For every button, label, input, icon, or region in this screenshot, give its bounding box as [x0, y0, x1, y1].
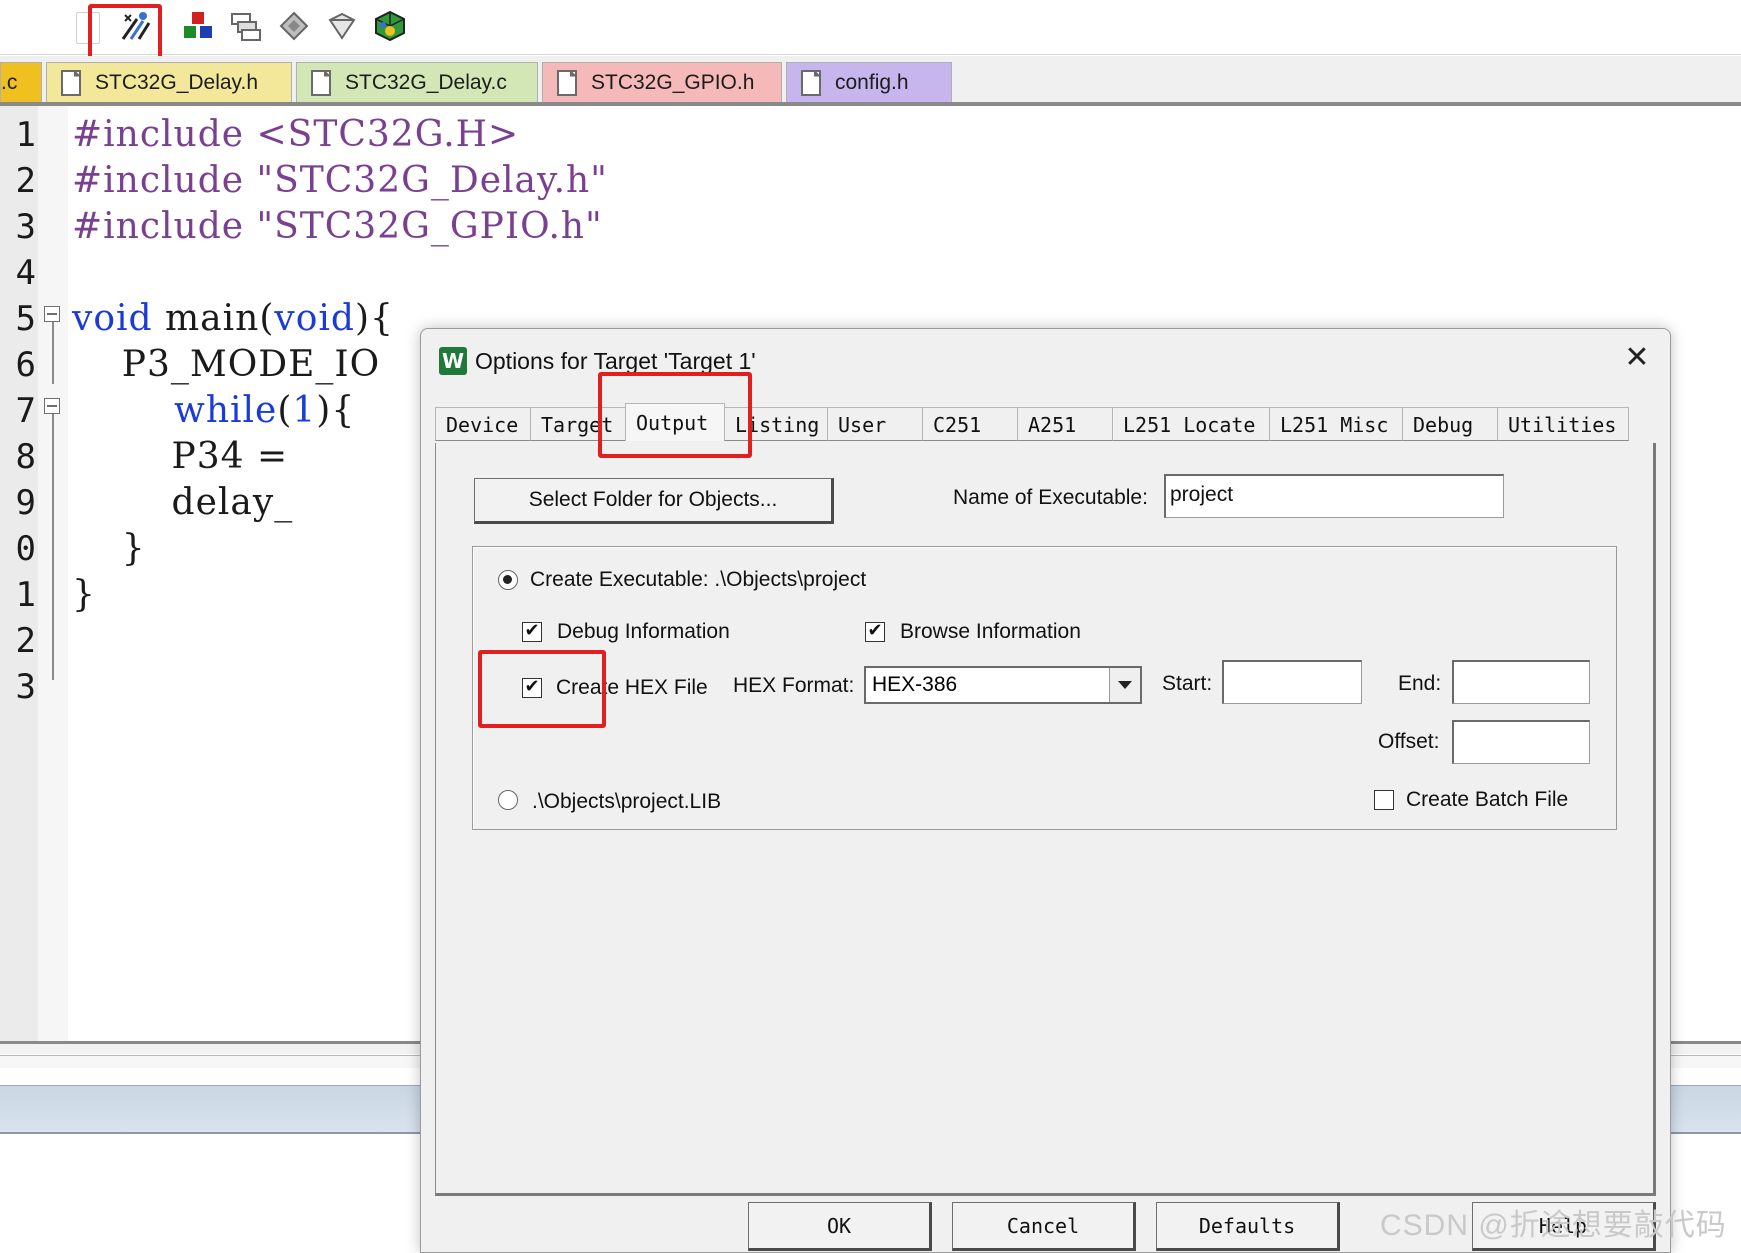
dialog-title: Options for Target 'Target 1' [475, 347, 756, 374]
tab-debug[interactable]: Debug [1402, 407, 1498, 441]
line-number: 4 [15, 253, 36, 293]
fold-toggle-icon[interactable] [44, 398, 60, 414]
line-number: 8 [15, 437, 36, 477]
debug-info-label: Debug Information [557, 620, 730, 643]
create-executable-radio[interactable] [498, 570, 518, 590]
document-icon [61, 69, 81, 96]
line-number: 0 [15, 529, 36, 569]
select-folder-button[interactable]: Select Folder for Objects... [474, 478, 834, 524]
create-executable-label: Create Executable: .\Objects\project [530, 568, 867, 591]
pack-icon[interactable] [324, 6, 360, 46]
cancel-button[interactable]: Cancel [952, 1202, 1136, 1251]
code-line: } [72, 528, 146, 569]
browse-info-checkbox[interactable]: ✔ [865, 622, 885, 642]
highlight-create-hex [478, 650, 606, 728]
file-tab-label: STC32G_Delay.c [345, 70, 507, 94]
file-tab-config-h[interactable]: config.h [786, 62, 952, 102]
chevron-down-icon[interactable] [1109, 668, 1140, 702]
code-line: #include <STC32G.H> [72, 114, 520, 155]
highlight-output-tab [598, 372, 752, 458]
file-tab-label: STC32G_Delay.h [95, 70, 259, 94]
line-number: 1 [15, 575, 36, 615]
document-icon [311, 69, 331, 96]
tab-a251[interactable]: A251 [1017, 407, 1113, 441]
line-number: 1 [15, 115, 36, 155]
offset-field[interactable] [1452, 720, 1590, 764]
create-library-label: .\Objects\project.LIB [532, 790, 722, 813]
code-line: P3_MODE_IO [72, 344, 381, 385]
code-line: void main(void){ [72, 298, 394, 339]
defaults-button[interactable]: Defaults [1156, 1202, 1340, 1251]
code-line: P34 = [72, 436, 289, 477]
close-icon[interactable]: ✕ [1622, 343, 1652, 373]
hex-format-label: HEX Format: [733, 674, 855, 697]
code-line: while(1){ [174, 390, 356, 431]
file-tab-delay-h[interactable]: STC32G_Delay.h [46, 62, 292, 102]
tab-l251-locate[interactable]: L251 Locate [1112, 407, 1270, 441]
diamond-icon[interactable] [276, 6, 312, 46]
watermark: CSDN @折途想要敲代码 [1380, 1209, 1727, 1242]
tab-device[interactable]: Device [435, 407, 531, 441]
line-number: 2 [15, 621, 36, 661]
tab-user[interactable]: User [827, 407, 923, 441]
line-number-gutter: 1 2 3 4 5 6 7 8 9 0 1 2 3 [0, 106, 38, 1041]
code-line: #include "STC32G_GPIO.h" [72, 206, 603, 247]
line-number: 7 [15, 391, 36, 431]
hex-format-value: HEX-386 [872, 673, 958, 696]
fold-line [52, 322, 54, 384]
code-line: } [72, 574, 96, 615]
tab-l251-misc[interactable]: L251 Misc [1269, 407, 1403, 441]
line-number: 6 [15, 345, 36, 385]
manage-icon[interactable] [228, 6, 264, 46]
create-batch-checkbox[interactable] [1374, 790, 1394, 810]
end-field[interactable] [1452, 660, 1590, 704]
highlight-toolbar-options [88, 4, 162, 64]
tab-c251[interactable]: C251 [922, 407, 1018, 441]
document-icon [557, 69, 577, 96]
line-number: 3 [15, 207, 36, 247]
file-tab-strip: .c STC32G_Delay.h STC32G_Delay.c STC32G_… [0, 56, 1741, 106]
tab-utilities[interactable]: Utilities [1497, 407, 1629, 441]
toolbar [0, 0, 1741, 55]
file-tab-label: .c [1, 70, 18, 94]
browse-info-label: Browse Information [900, 620, 1081, 643]
code-line: delay_ [72, 482, 294, 523]
file-tab-label: STC32G_GPIO.h [591, 70, 755, 94]
name-executable-label: Name of Executable: [953, 486, 1148, 509]
start-label: Start: [1162, 672, 1213, 695]
file-tab-gpio-h[interactable]: STC32G_GPIO.h [542, 62, 782, 102]
line-number: 2 [15, 161, 36, 201]
file-tab-label: config.h [835, 70, 909, 94]
ok-button[interactable]: OK [748, 1202, 932, 1251]
cube-icon[interactable] [372, 6, 408, 46]
line-number: 3 [15, 667, 36, 707]
file-tab-main-c[interactable]: .c [0, 62, 42, 102]
document-icon [801, 69, 821, 96]
code-line: #include "STC32G_Delay.h" [72, 160, 608, 201]
name-executable-field[interactable]: project [1164, 474, 1504, 518]
line-number: 9 [15, 483, 36, 523]
debug-info-checkbox[interactable]: ✔ [522, 622, 542, 642]
end-label: End: [1398, 672, 1442, 695]
fold-toggle-icon[interactable] [44, 306, 60, 322]
line-number: 5 [15, 299, 36, 339]
fold-line [52, 414, 54, 680]
create-batch-label: Create Batch File [1406, 788, 1569, 811]
offset-label: Offset: [1378, 730, 1440, 753]
file-tab-delay-c[interactable]: STC32G_Delay.c [296, 62, 538, 102]
hex-format-select[interactable]: HEX-386 [864, 666, 1142, 704]
components-icon[interactable] [180, 6, 216, 46]
uvision-logo-icon: W [439, 347, 467, 375]
create-library-radio[interactable] [498, 790, 518, 810]
start-field[interactable] [1222, 660, 1362, 704]
